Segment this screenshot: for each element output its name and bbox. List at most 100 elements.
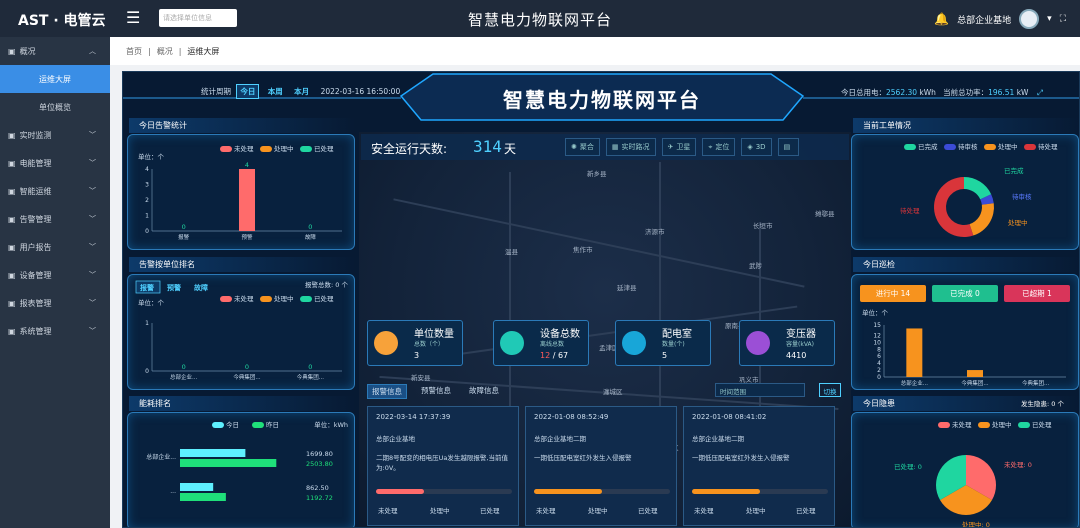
sidebar-item-1[interactable]: 运维大屏: [0, 65, 110, 93]
data-label: 862.50: [306, 484, 329, 492]
hazard-panel: 发生隐患: 0 个未处理 处理中 已处理未处理: 0 已处理: 0 处理中: 0: [851, 400, 1079, 528]
sidebar-item-0[interactable]: ▣ 概况 ︿: [0, 37, 110, 65]
status-processing: 处理中: [746, 507, 766, 515]
breadcrumb-current[interactable]: 运维大屏: [187, 46, 219, 57]
sidebar-item-label: 告警管理: [19, 214, 52, 224]
data-label: 0: [308, 363, 312, 371]
chevron-icon: ﹀: [89, 159, 96, 167]
tab-warning[interactable]: 预警信息: [417, 384, 455, 399]
sidebar-item-7[interactable]: ▣ 用户报告 ﹀: [0, 233, 110, 261]
switch-button[interactable]: 切换: [819, 383, 841, 397]
expand-icon[interactable]: ⤢: [1037, 88, 1043, 97]
chevron-icon: ﹀: [89, 271, 96, 279]
card-value-main: 4410: [786, 351, 807, 360]
map-button-3d[interactable]: ◈ 3D: [741, 138, 772, 156]
map-button-satellite[interactable]: ✈ 卫星: [661, 138, 697, 156]
chevron-down-icon[interactable]: ▾: [1047, 14, 1052, 24]
status-pending: 未处理: [694, 507, 714, 515]
tab-alarm[interactable]: 报警信息: [367, 384, 407, 399]
x-tick-label: 总部企业...: [901, 379, 928, 387]
chevron-icon: ﹀: [89, 327, 96, 335]
rank-tab: 报警: [140, 283, 154, 292]
legend-swatch: [904, 144, 916, 150]
map-button-label: 卫星: [676, 143, 691, 151]
dashboard-screen: 智慧电力物联网平台 统计周期 今日 本周 本月 2022-03-16 16:50…: [122, 71, 1080, 528]
sidebar-item-5[interactable]: ▣ 智能运维 ﹀: [0, 177, 110, 205]
map-button-cluster[interactable]: ✺ 聚合: [565, 138, 600, 156]
pie-slice: [964, 177, 992, 200]
time-range-input[interactable]: 时间范围: [715, 383, 805, 397]
sidebar-item-label: 智能运维: [19, 186, 52, 196]
chevron-icon: ﹀: [89, 131, 96, 139]
event-progress-fill: [376, 489, 424, 494]
sidebar-item-label: 设备管理: [19, 270, 52, 280]
y-tick-label: 4: [145, 166, 149, 173]
sidebar-item-8[interactable]: ▣ 设备管理 ﹀: [0, 261, 110, 289]
sidebar-item-10[interactable]: ▣ 系统管理 ﹀: [0, 317, 110, 345]
legend-label: 已处理: [314, 294, 334, 303]
legend-label: 未处理: [234, 144, 254, 153]
rank-tab: 预警: [167, 283, 181, 292]
stat-card: 配电室 数量(个) 5: [615, 320, 711, 366]
legend-label: 未处理: [234, 294, 254, 303]
bell-icon[interactable]: 🔔: [934, 12, 949, 26]
period-month-button[interactable]: 本月: [291, 85, 312, 98]
sidebar-item-6[interactable]: ▣ 告警管理 ﹀: [0, 205, 110, 233]
locate-icon: ⌖: [708, 142, 713, 151]
status-pending: 未处理: [536, 507, 556, 515]
x-tick-label: 总部企业...: [170, 373, 197, 381]
event-unit: 总部企业基地: [376, 435, 415, 443]
energy-rank-chart: 今日 昨日 单位：kWh 总部企业... 1699.80 2503.80... 862.50…: [146, 420, 348, 502]
card-subtitle: 容量(kVA): [786, 341, 814, 348]
event-card[interactable]: 2022-01-08 08:41:02 总部企业基地二期 一期低压配电室红外发生入侵…: [683, 406, 835, 526]
period-week-button[interactable]: 本周: [265, 85, 286, 98]
card-subtitle: 总数（个）: [414, 341, 445, 348]
y-tick-label: 3: [145, 182, 149, 189]
sidebar-item-icon: ▣: [8, 130, 16, 140]
event-card[interactable]: 2022-03-14 17:37:39 总部企业基地 二期8号配变的相电压Ua发生越…: [367, 406, 519, 526]
sidebar-item-9[interactable]: ▣ 报表管理 ﹀: [0, 289, 110, 317]
legend-swatch: [212, 422, 224, 428]
user-name[interactable]: 总部企业基地: [957, 13, 1011, 26]
app-title: 智慧电力物联网平台: [467, 11, 612, 29]
sidebar-item-icon: ▣: [8, 298, 16, 308]
top-bar: AST · 电管云 ☰ 请选择单位信息 智慧电力物联网平台 🔔 总部企业基地 ▾…: [0, 0, 1080, 37]
event-progress: [376, 489, 512, 494]
y-tick-label: 0: [145, 368, 149, 375]
status-done: 已处理: [480, 507, 500, 515]
card-value-main: 5: [662, 351, 668, 360]
sidebar-item-3[interactable]: ▣ 实时监测 ﹀: [0, 121, 110, 149]
map-button-locate[interactable]: ⌖ 定位: [702, 138, 736, 156]
event-card[interactable]: 2022-01-08 08:52:49 总部企业基地二期 一期低压配电室红外发生入侵…: [525, 406, 677, 526]
fullscreen-icon[interactable]: ⛶: [1060, 14, 1066, 24]
map-city-label: 新安县: [411, 374, 431, 382]
status-pill-label: 进行中 14: [876, 288, 911, 298]
sidebar-item-4[interactable]: ▣ 电能管理 ﹀: [0, 149, 110, 177]
sidebar-item-2[interactable]: 单位概览: [0, 93, 110, 121]
hazard-chart: 发生隐患: 0 个未处理 处理中 已处理未处理: 0 已处理: 0 处理中: 0: [894, 400, 1072, 528]
breadcrumb-home[interactable]: 首页: [126, 46, 142, 57]
chevron-icon: ︿: [89, 47, 96, 55]
map-button-label: 定位: [715, 143, 730, 151]
event-unit: 总部企业基地二期: [534, 435, 586, 443]
map-button-layers[interactable]: ▤: [777, 138, 800, 156]
period-today-button[interactable]: 今日: [236, 84, 260, 99]
y-tick-label: 0: [877, 374, 881, 381]
x-tick-label: 故障: [305, 233, 317, 241]
workorder-panel: 已完成 待审核 处理中 待处理 已完成 待审核 处理中 待处理: [851, 134, 1079, 250]
breadcrumb-overview[interactable]: 概况: [157, 46, 173, 57]
bar: [239, 169, 255, 231]
tab-fault[interactable]: 故障信息: [465, 384, 503, 399]
status-done: 已处理: [638, 507, 658, 515]
category-label: 总部企业...: [146, 453, 176, 461]
card-title: 设备总数: [540, 329, 580, 340]
card-value: 12 / 67: [540, 351, 568, 360]
sidebar-item-label: 实时监测: [19, 130, 52, 140]
slice-label: 处理中: 0: [962, 520, 990, 528]
map-button-traffic[interactable]: ▦ 实时路况: [605, 138, 656, 156]
legend-label: 已处理: [1032, 420, 1052, 429]
stat-card: 单位数量 总数（个） 3: [367, 320, 463, 366]
chevron-icon: ﹀: [89, 187, 96, 195]
avatar[interactable]: [1019, 9, 1040, 29]
x-tick-label: 预警: [241, 233, 253, 241]
